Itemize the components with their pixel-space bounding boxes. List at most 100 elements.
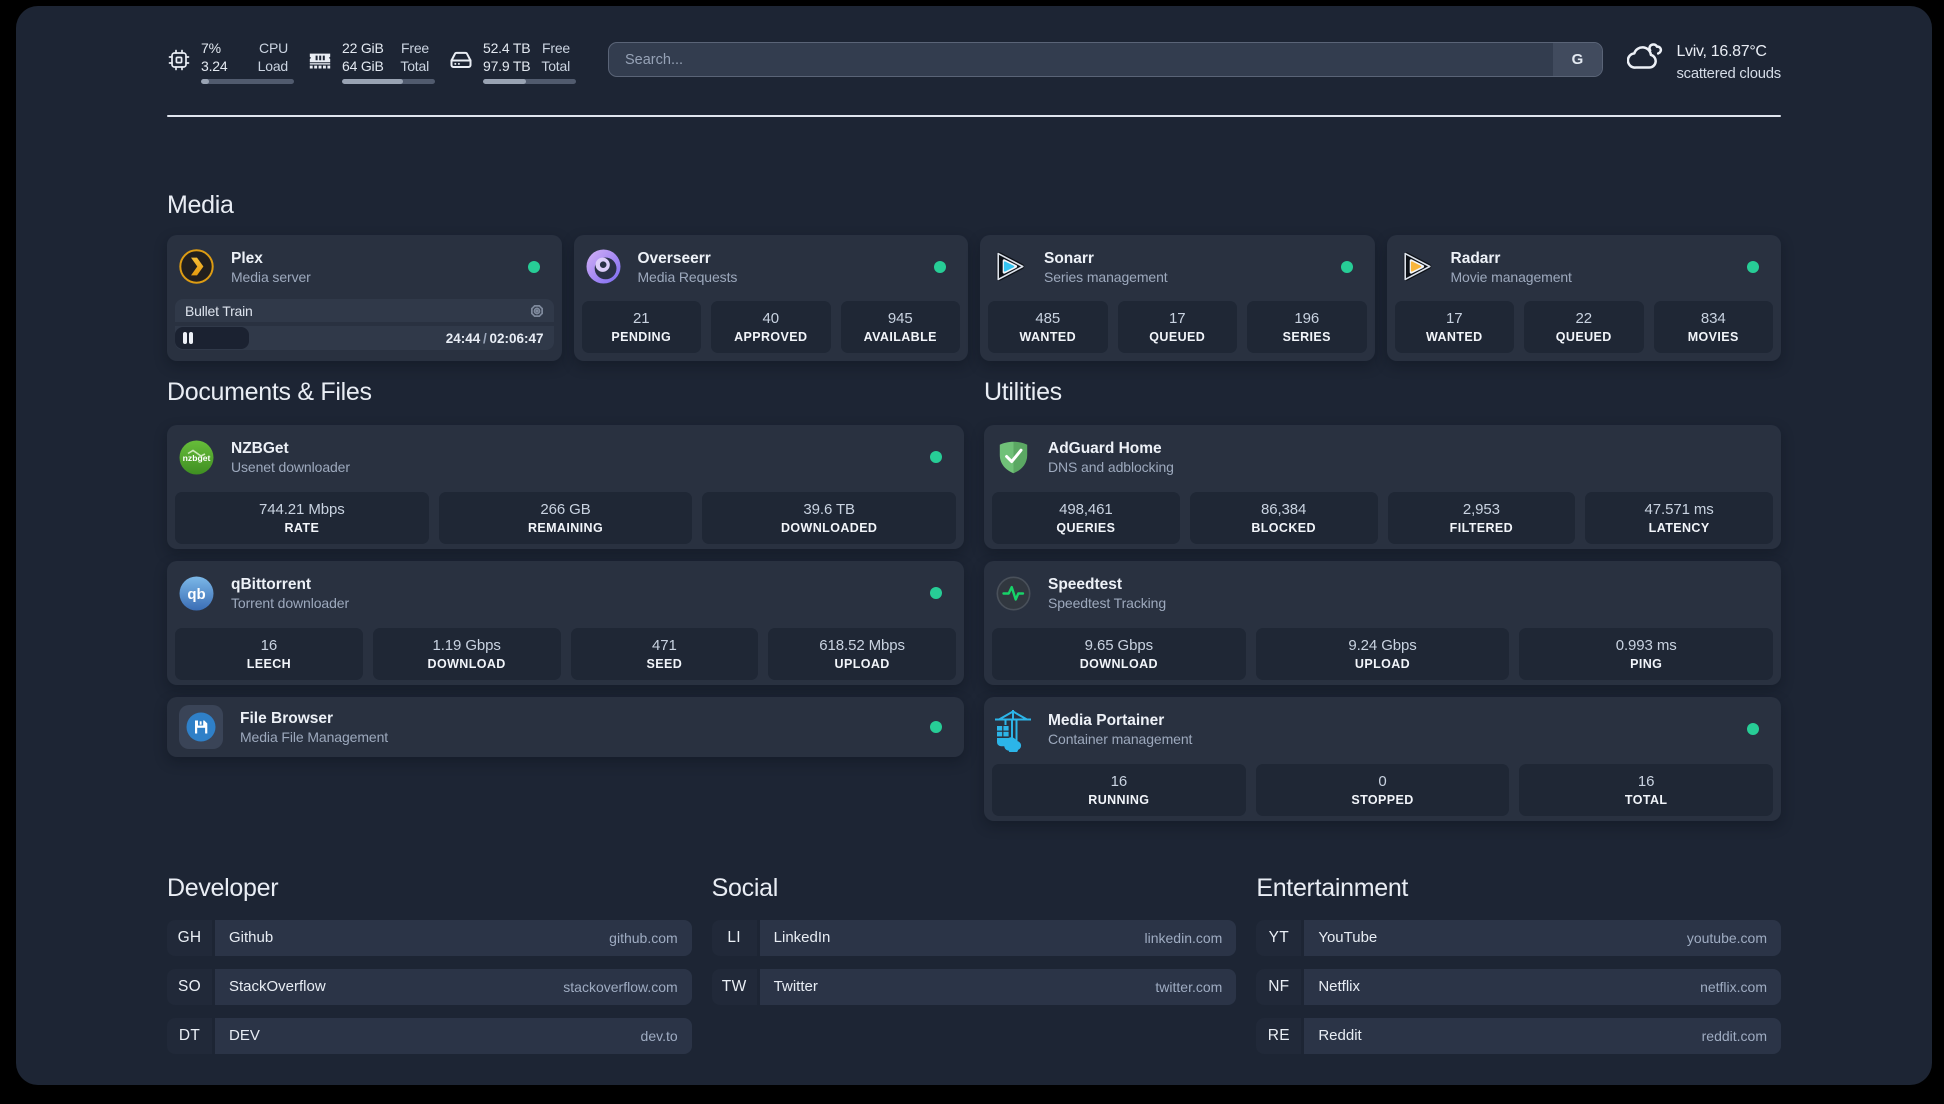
service-card-radarr[interactable]: Radarr Movie management 17 WANTED 22 QUE… — [1386, 234, 1781, 361]
bookmark-list: GH Github github.com SO StackOverflow st… — [167, 919, 692, 1054]
disk-total-value: 97.9 TB — [483, 57, 531, 74]
service-name: Radarr — [1450, 249, 1501, 267]
bookmark-reddit[interactable]: RE Reddit reddit.com — [1256, 1017, 1781, 1054]
stat-label: SERIES — [1282, 330, 1331, 344]
status-dot — [930, 721, 942, 733]
resource-body: 52.4 TB 97.9 TB Free Total — [483, 40, 576, 84]
service-description: Series management — [1044, 268, 1168, 285]
service-card-overseerr[interactable]: Overseerr Media Requests 21 PENDING 40 A… — [573, 234, 968, 361]
service-header: qb qBittorrent Torrent downloader — [167, 561, 964, 612]
pause-icon[interactable] — [183, 332, 193, 344]
bookmark-main: DEV dev.to — [215, 1017, 692, 1054]
speedtest-icon — [996, 576, 1031, 611]
stat-downloaded: 39.6 TB DOWNLOADED — [702, 491, 957, 544]
bookmark-netflix[interactable]: NF Netflix netflix.com — [1256, 968, 1781, 1005]
bookmark-main: Twitter twitter.com — [759, 968, 1237, 1005]
stat-label: RATE — [284, 520, 320, 535]
service-header: AdGuard Home DNS and adblocking — [984, 425, 1781, 476]
memory-total-value: 64 GiB — [342, 57, 384, 74]
service-card-portainer[interactable]: Media Portainer Container management 16 … — [984, 697, 1781, 821]
service-stats: 485 WANTED 17 QUEUED 196 SERIES — [988, 301, 1367, 353]
documents-cards: nzbget NZBGet Usenet downloader 744.21 M… — [167, 425, 964, 757]
bookmark-github[interactable]: GH Github github.com — [167, 919, 692, 956]
bookmark-url: stackoverflow.com — [563, 978, 678, 995]
memory-free-label: Free — [401, 40, 429, 56]
service-card-speedtest[interactable]: Speedtest Speedtest Tracking 9.65 Gbps D… — [984, 561, 1781, 685]
stat-label: PING — [1630, 656, 1663, 671]
dashboard-window: 7% 3.24 CPU Load 22 GiB 64 GiB Free Tota… — [16, 6, 1932, 1085]
weather-condition: scattered clouds — [1676, 66, 1781, 82]
stat-label: MOVIES — [1687, 330, 1739, 344]
two-column-section: Documents & Files nzbget NZBGet Usenet d… — [167, 375, 1781, 821]
stat-value: 9.65 Gbps — [1084, 636, 1153, 654]
search-input[interactable] — [609, 43, 1553, 76]
service-header: File Browser Media File Management — [167, 697, 964, 749]
disk-icon — [450, 51, 472, 68]
service-description: Media File Management — [240, 728, 389, 745]
bookmark-stackoverflow[interactable]: SO StackOverflow stackoverflow.com — [167, 968, 692, 1005]
bookmark-main: Netflix netflix.com — [1304, 968, 1781, 1005]
stat-label: QUERIES — [1056, 520, 1116, 535]
service-card-nzbget[interactable]: nzbget NZBGet Usenet downloader 744.21 M… — [167, 425, 964, 549]
service-info: File Browser Media File Management — [240, 709, 388, 746]
search-provider-button[interactable]: G — [1553, 43, 1602, 76]
weather-widget[interactable]: Lviv, 16.87°C scattered clouds — [1627, 40, 1781, 83]
status-dot — [1340, 260, 1353, 273]
service-description: Torrent downloader — [231, 595, 350, 611]
service-stats: 744.21 Mbps RATE 266 GB REMAINING 39.6 T… — [175, 491, 957, 544]
section-title-documents: Documents & Files — [167, 377, 372, 406]
bookmark-abbr: GH — [167, 919, 212, 956]
bookmark-twitter[interactable]: TW Twitter twitter.com — [711, 968, 1237, 1005]
stat-value: 945 — [887, 310, 913, 327]
bookmark-abbr: DT — [167, 1017, 212, 1054]
service-card-plex[interactable]: Plex Media server Bullet Train 24:44 / 0… — [167, 234, 562, 361]
plex-icon — [179, 249, 214, 284]
cloud-icon — [1627, 43, 1663, 69]
bookmark-url: dev.to — [640, 1027, 678, 1044]
stat-rate: 744.21 Mbps RATE — [175, 491, 429, 544]
bookmark-main: Reddit reddit.com — [1304, 1017, 1781, 1054]
service-name: NZBGet — [231, 440, 289, 457]
cpu-progress-bar — [201, 79, 294, 84]
memory-total-label: Total — [400, 57, 429, 74]
resource-values: 7% 3.24 — [201, 40, 228, 75]
bookmark-url: twitter.com — [1155, 978, 1223, 995]
service-info: Plex Media server — [231, 249, 311, 286]
stat-label: LATENCY — [1648, 520, 1710, 535]
stat-upload: 9.24 Gbps UPLOAD — [1255, 627, 1510, 680]
time-separator: / — [482, 330, 487, 346]
stat-label: AVAILABLE — [863, 330, 937, 344]
stat-value: 9.24 Gbps — [1348, 636, 1417, 654]
playback-progress-bar[interactable]: 24:44 / 02:06:47 — [175, 326, 554, 350]
bookmark-main: Github github.com — [215, 919, 692, 956]
stat-label: APPROVED — [734, 330, 808, 344]
stat-pending: 21 PENDING — [581, 301, 701, 353]
bookmark-dev[interactable]: DT DEV dev.to — [167, 1017, 692, 1054]
stat-series: 196 SERIES — [1247, 301, 1367, 353]
service-stats: 17 WANTED 22 QUEUED 834 MOVIES — [1394, 301, 1773, 353]
bookmark-linkedin[interactable]: LI LinkedIn linkedin.com — [711, 919, 1237, 956]
adguard-icon — [999, 441, 1028, 473]
stat-label: DOWNLOADED — [781, 520, 878, 535]
service-description: Movie management — [1450, 268, 1572, 285]
service-description: Container management — [1048, 731, 1193, 747]
service-card-adguard[interactable]: AdGuard Home DNS and adblocking 498,461 … — [984, 425, 1781, 549]
service-description: Speedtest Tracking — [1048, 595, 1167, 611]
service-card-filebrowser[interactable]: File Browser Media File Management — [167, 697, 964, 757]
service-card-sonarr[interactable]: Sonarr Series management 485 WANTED 17 Q… — [980, 234, 1375, 361]
service-info: qBittorrent Torrent downloader — [231, 575, 349, 612]
stat-upload: 618.52 Mbps UPLOAD — [768, 627, 956, 680]
stat-value: 618.52 Mbps — [819, 636, 905, 654]
bookmark-youtube[interactable]: YT YouTube youtube.com — [1256, 919, 1781, 956]
search-bar[interactable]: G — [608, 42, 1603, 77]
service-description: Media Requests — [637, 268, 738, 285]
bookmark-main: YouTube youtube.com — [1304, 919, 1781, 956]
stat-movies: 834 MOVIES — [1653, 301, 1773, 353]
elapsed-time: 24:44 — [445, 330, 481, 346]
status-dot — [930, 451, 942, 464]
bookmark-group-entertainment: Entertainment YT YouTube youtube.com NF … — [1256, 872, 1781, 1067]
header-divider — [167, 114, 1781, 117]
bookmark-abbr: SO — [167, 968, 212, 1005]
utilities-cards: AdGuard Home DNS and adblocking 498,461 … — [984, 425, 1781, 821]
service-card-qbittorrent[interactable]: qb qBittorrent Torrent downloader 16 LEE… — [167, 561, 964, 685]
